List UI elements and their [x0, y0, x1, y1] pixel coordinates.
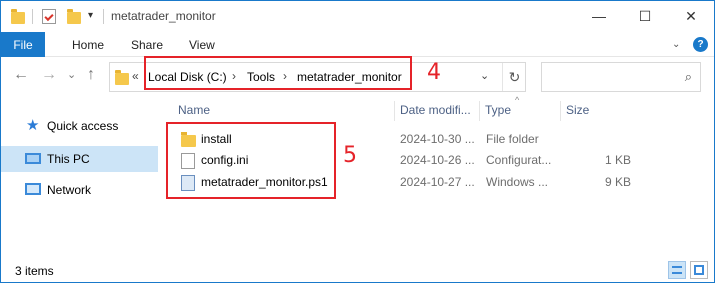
- item-count: 3 items: [15, 264, 54, 278]
- navigation-pane: ★ Quick access This PC Network: [1, 95, 161, 257]
- file-list: ^ Name Date modifi... Type Size install …: [161, 95, 714, 257]
- title-separator: [32, 9, 33, 24]
- sidebar-item-label: Network: [47, 183, 92, 197]
- column-header-date[interactable]: Date modifi...: [400, 103, 471, 117]
- sort-indicator-icon: ^: [515, 95, 520, 105]
- recent-locations-chevron-icon[interactable]: ⌄: [67, 68, 76, 81]
- customize-toolbar-icon[interactable]: ▾: [88, 10, 93, 21]
- file-size: 1 KB: [604, 153, 631, 167]
- column-header-name[interactable]: Name: [178, 103, 210, 117]
- tab-view[interactable]: View: [189, 38, 215, 52]
- maximize-button[interactable]: ☐: [622, 1, 668, 31]
- file-date: 2024-10-27 ...: [400, 175, 475, 189]
- file-type: Windows ...: [486, 175, 549, 189]
- large-icons-view-icon: [694, 265, 704, 275]
- details-view-icon: [672, 266, 682, 274]
- sidebar-item-label: Quick access: [47, 119, 119, 133]
- column-divider[interactable]: [394, 101, 395, 121]
- up-button[interactable]: ↑: [87, 66, 95, 84]
- status-bar: 3 items: [1, 257, 714, 282]
- close-button[interactable]: ✕: [668, 1, 714, 31]
- window-title: metatrader_monitor: [111, 9, 216, 23]
- star-icon: ★: [26, 117, 40, 134]
- search-input[interactable]: ⌕: [541, 62, 701, 92]
- network-icon: [25, 183, 41, 195]
- back-button[interactable]: ←: [13, 66, 29, 84]
- title-bar: ▾ metatrader_monitor — ☐ ✕: [1, 1, 714, 32]
- tab-share[interactable]: Share: [131, 38, 163, 52]
- sidebar-item-label: This PC: [47, 152, 90, 166]
- sidebar-item-network[interactable]: Network: [1, 177, 158, 203]
- title-separator: [103, 9, 104, 24]
- file-type: Configurat...: [486, 153, 552, 167]
- folder-icon: [115, 70, 129, 85]
- column-header-type[interactable]: Type: [485, 103, 511, 117]
- address-dropdown-icon[interactable]: ⌄: [480, 69, 489, 82]
- file-date: 2024-10-30 ...: [400, 132, 475, 146]
- forward-button[interactable]: →: [41, 66, 57, 84]
- ribbon-tabs: File Home Share View ⌄ ?: [1, 32, 714, 57]
- new-folder-icon[interactable]: [67, 9, 81, 24]
- annotation-label-4: 4: [427, 60, 441, 85]
- expand-ribbon-icon[interactable]: ⌄: [672, 39, 684, 51]
- column-divider[interactable]: [479, 101, 480, 121]
- tab-file[interactable]: File: [1, 32, 45, 57]
- large-icons-view-button[interactable]: [690, 261, 708, 279]
- file-date: 2024-10-26 ...: [400, 153, 475, 167]
- tab-home[interactable]: Home: [72, 38, 104, 52]
- annotation-box-files: [166, 122, 336, 199]
- annotation-box-address: [144, 56, 412, 90]
- pc-icon: [25, 153, 41, 164]
- search-icon[interactable]: ⌕: [685, 69, 692, 85]
- navigation-bar: ← → ⌄ ↑ « Local Disk (C:) › Tools › meta…: [1, 56, 714, 95]
- sidebar-item-this-pc[interactable]: This PC: [1, 146, 158, 172]
- help-icon[interactable]: ?: [693, 37, 708, 52]
- folder-icon: [11, 9, 25, 24]
- file-type: File folder: [486, 132, 539, 146]
- minimize-button[interactable]: —: [576, 1, 622, 31]
- file-size: 9 KB: [604, 175, 631, 189]
- properties-icon[interactable]: [42, 9, 56, 24]
- breadcrumb-overflow-icon[interactable]: «: [132, 69, 139, 83]
- annotation-label-5: 5: [343, 143, 357, 168]
- sidebar-item-quick-access[interactable]: ★ Quick access: [1, 113, 158, 139]
- column-header-size[interactable]: Size: [566, 103, 589, 117]
- column-divider[interactable]: [560, 101, 561, 121]
- explorer-window: ▾ metatrader_monitor — ☐ ✕ File Home Sha…: [0, 0, 715, 283]
- details-view-button[interactable]: [668, 261, 686, 279]
- refresh-button[interactable]: ↻: [502, 63, 526, 91]
